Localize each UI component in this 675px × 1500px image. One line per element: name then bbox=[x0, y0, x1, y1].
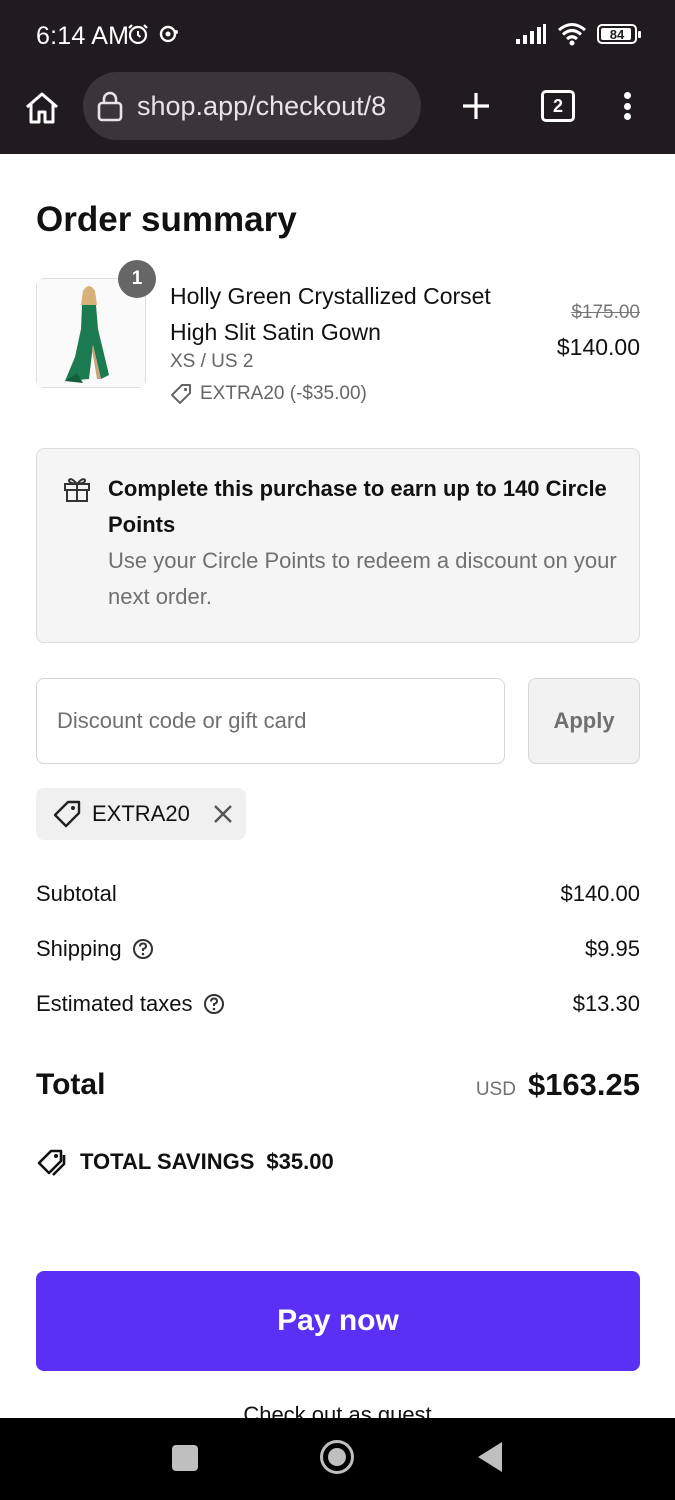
product-name: Holly Green Crystallized Corset High Sli… bbox=[170, 283, 491, 345]
tabs-button[interactable]: 2 bbox=[541, 90, 575, 122]
points-title: Complete this purchase to earn up to 140… bbox=[108, 476, 607, 537]
discount-code-input[interactable] bbox=[36, 678, 505, 764]
total-value: $163.25 bbox=[527, 1067, 640, 1102]
remove-code-button[interactable] bbox=[212, 803, 234, 825]
status-time: 6:14 AM bbox=[36, 22, 130, 50]
gift-icon bbox=[64, 478, 90, 502]
points-description: Use your Circle Points to redeem a disco… bbox=[108, 548, 617, 609]
apply-button[interactable]: Apply bbox=[528, 678, 640, 764]
taxes-label: Estimated taxes bbox=[36, 991, 193, 1016]
help-icon[interactable] bbox=[203, 993, 225, 1015]
close-icon bbox=[213, 805, 232, 823]
original-price: $175.00 bbox=[571, 302, 640, 323]
tag-icon bbox=[53, 800, 81, 828]
home-nav-button[interactable] bbox=[320, 1440, 354, 1474]
alarm-icon bbox=[128, 24, 148, 45]
savings-value: $35.00 bbox=[266, 1149, 334, 1174]
savings-tag-icon bbox=[37, 1149, 66, 1176]
browser-toolbar: shop.app/checkout/8 2 bbox=[0, 72, 675, 154]
points-banner: Complete this purchase to earn up to 140… bbox=[36, 448, 640, 643]
address-bar[interactable]: shop.app/checkout/8 bbox=[83, 72, 421, 140]
status-icons-left bbox=[126, 22, 180, 46]
savings-label: TOTAL SAVINGS bbox=[80, 1149, 255, 1174]
page-title: Order summary bbox=[36, 200, 297, 239]
product-discount: EXTRA20 (-$35.00) bbox=[170, 383, 367, 405]
plus-icon bbox=[463, 93, 489, 119]
product-variant: XS / US 2 bbox=[170, 351, 254, 372]
guest-checkout-link[interactable]: Check out as guest bbox=[0, 1402, 675, 1418]
product-image: 1 bbox=[36, 260, 156, 388]
product-discount-label: EXTRA20 (-$35.00) bbox=[200, 383, 367, 404]
subtotal-value: $140.00 bbox=[560, 881, 640, 906]
lock-icon bbox=[95, 91, 125, 122]
quantity-badge: 1 bbox=[118, 260, 156, 298]
total-savings: TOTAL SAVINGS $35.00 bbox=[36, 1144, 334, 1180]
system-nav-bar bbox=[0, 1418, 675, 1500]
status-bar: 6:14 AM 84 bbox=[0, 0, 675, 72]
checkout-page: Order summary 1 Holly Green Crystallized… bbox=[0, 154, 675, 1418]
shipping-label: Shipping bbox=[36, 936, 122, 961]
applied-code-chip: EXTRA20 bbox=[36, 788, 246, 840]
total-currency: USD bbox=[475, 1079, 516, 1100]
taxes-row: Estimated taxes $13.30 bbox=[36, 984, 640, 1024]
notification-icon bbox=[159, 25, 178, 43]
status-icons-right: 84 bbox=[515, 22, 641, 46]
subtotal-label: Subtotal bbox=[36, 881, 117, 906]
item-price: $140.00 bbox=[556, 334, 640, 360]
battery-level: 84 bbox=[609, 26, 625, 42]
shipping-value: $9.95 bbox=[584, 936, 640, 961]
taxes-value: $13.30 bbox=[572, 991, 640, 1016]
home-icon bbox=[26, 92, 58, 124]
url-text: shop.app/checkout/8 bbox=[137, 90, 387, 121]
battery-icon: 84 bbox=[597, 24, 641, 44]
total-row: Total USD $163.25 bbox=[36, 1062, 640, 1108]
total-label: Total bbox=[36, 1068, 106, 1101]
wifi-icon bbox=[558, 23, 586, 46]
back-button[interactable] bbox=[478, 1442, 502, 1472]
help-icon[interactable] bbox=[132, 938, 154, 960]
more-vertical-icon[interactable] bbox=[614, 86, 640, 126]
home-button[interactable] bbox=[22, 88, 62, 128]
tag-icon bbox=[171, 384, 191, 404]
recents-button[interactable] bbox=[172, 1445, 198, 1471]
subtotal-row: Subtotal $140.00 bbox=[36, 874, 640, 914]
pay-now-button[interactable]: Pay now bbox=[36, 1271, 640, 1371]
shipping-row: Shipping $9.95 bbox=[36, 929, 640, 969]
signal-icon bbox=[516, 24, 546, 44]
applied-code-label: EXTRA20 bbox=[92, 801, 190, 826]
new-tab-button[interactable] bbox=[456, 86, 496, 126]
